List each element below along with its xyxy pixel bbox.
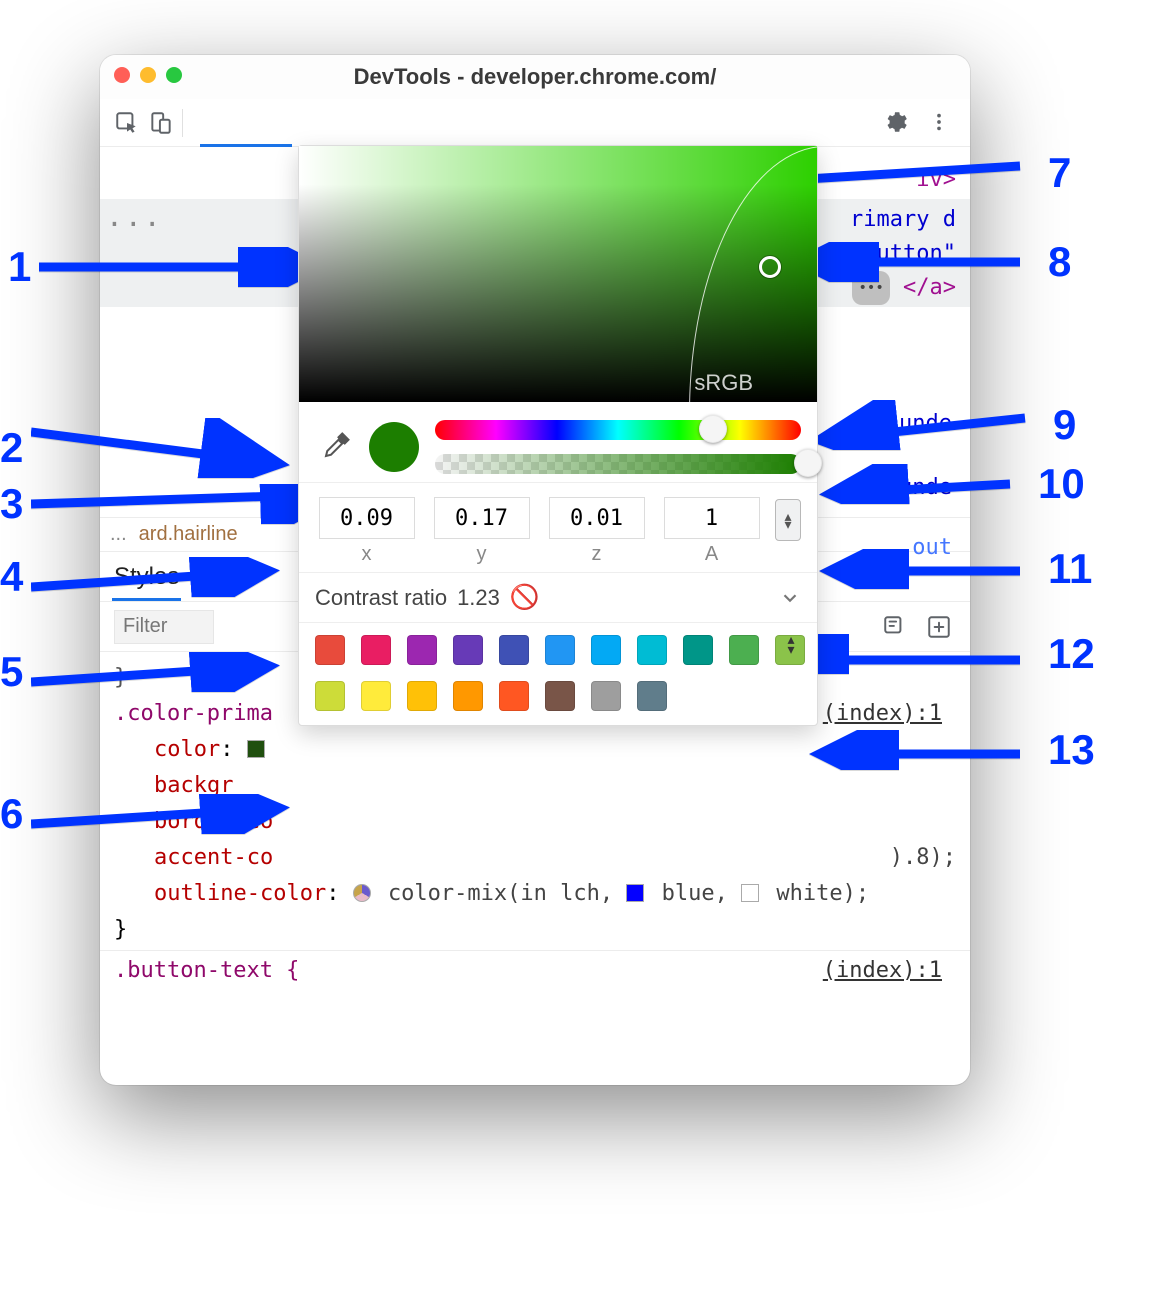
palette-swatch[interactable] [637, 681, 667, 711]
value-a-input[interactable] [664, 497, 760, 539]
css-property: color [154, 737, 220, 762]
separator [182, 109, 183, 137]
chevron-down-icon [779, 587, 801, 609]
value-y-label: y [430, 543, 533, 566]
contrast-label: Contrast ratio [315, 585, 447, 611]
more-vertical-icon[interactable] [922, 105, 956, 139]
ellipsis: ... [106, 203, 163, 231]
value-a-label: A [660, 543, 763, 566]
devtools-toolbar [100, 99, 970, 147]
device-toolbar-icon[interactable] [144, 106, 178, 140]
color-picker-popover: sRGB x y [298, 145, 818, 726]
css-property: outline-color [154, 881, 326, 906]
palette-swatch[interactable] [545, 681, 575, 711]
palette-swatch[interactable] [315, 635, 345, 665]
css-value: white); [776, 881, 869, 906]
palette-swatch[interactable] [407, 635, 437, 665]
value-x-label: x [315, 543, 418, 566]
palette-swatch[interactable] [315, 681, 345, 711]
srgb-label: sRGB [694, 370, 753, 396]
titlebar: DevTools - developer.chrome.com/ [100, 55, 970, 99]
alpha-slider[interactable] [435, 454, 801, 474]
inspect-icon[interactable] [110, 106, 144, 140]
palette-swatch[interactable] [729, 635, 759, 665]
css-value: blue, [662, 881, 741, 906]
gear-icon[interactable] [878, 105, 912, 139]
palette-swatch[interactable] [591, 681, 621, 711]
color-swatch[interactable] [741, 884, 759, 902]
source-link[interactable]: (index):1 [823, 953, 942, 989]
palette-swatch[interactable] [361, 681, 391, 711]
palette-swatch[interactable] [499, 681, 529, 711]
close-icon[interactable] [114, 67, 130, 83]
selected-color-swatch [369, 422, 419, 472]
format-switch[interactable]: ▴ ▾ [775, 499, 801, 541]
callout-13: 13 [800, 726, 1095, 774]
css-selector[interactable]: .button-text { [114, 958, 299, 983]
callout-11: 11 [810, 545, 1092, 593]
window-title: DevTools - developer.chrome.com/ [354, 64, 717, 90]
css-value: ).8); [890, 840, 956, 876]
callout-8: 8 [780, 238, 1071, 286]
color-swatch[interactable] [353, 884, 371, 902]
palette-row: ▴ ▾ [299, 622, 817, 725]
maximize-icon[interactable] [166, 67, 182, 83]
value-z-input[interactable] [549, 497, 645, 539]
hue-thumb[interactable] [699, 415, 727, 443]
palette-swatch[interactable] [453, 635, 483, 665]
spectrum-canvas[interactable]: sRGB [299, 146, 817, 402]
value-y-input[interactable] [434, 497, 530, 539]
callout-5: 5 [0, 648, 291, 696]
palette-swatch[interactable] [683, 635, 713, 665]
callout-2: 2 [0, 418, 301, 478]
contrast-fail-icon: 🚫 [510, 583, 540, 612]
css-value: color-mix(in lch, [388, 881, 626, 906]
palette-swatch[interactable] [545, 635, 575, 665]
palette-swatch[interactable] [637, 635, 667, 665]
contrast-value: 1.23 [457, 585, 500, 611]
traffic-lights [114, 67, 182, 83]
callout-9: 9 [800, 400, 1076, 450]
callout-4: 4 [0, 553, 291, 601]
palette-swatch[interactable] [499, 635, 529, 665]
value-z-label: z [545, 543, 648, 566]
hue-slider[interactable] [435, 420, 801, 440]
alpha-thumb[interactable] [794, 449, 822, 477]
palette-switch[interactable]: ▴ ▾ [781, 635, 801, 655]
chevron-down-icon: ▾ [781, 645, 801, 655]
placeholder-text: Filter [123, 615, 167, 638]
contrast-row[interactable]: Contrast ratio 1.23 🚫 [299, 572, 817, 622]
gamut-boundary [689, 146, 817, 402]
css-selector[interactable]: .color-prima [114, 701, 273, 726]
palette-swatch[interactable] [361, 635, 391, 665]
callout-6: 6 [0, 790, 301, 838]
color-swatch[interactable] [247, 740, 265, 758]
filter-input[interactable]: Filter [114, 610, 214, 644]
spectrum-handle[interactable] [759, 256, 781, 278]
color-swatch[interactable] [626, 884, 644, 902]
callout-1: 1 [8, 243, 339, 291]
attr-text: rimary d [850, 207, 956, 232]
palette-swatch[interactable] [407, 681, 437, 711]
css-property: accent-co [154, 845, 273, 870]
chevron-down-icon: ▾ [776, 520, 800, 528]
palette-swatch[interactable] [591, 635, 621, 665]
value-x-input[interactable] [319, 497, 415, 539]
callout-10: 10 [810, 460, 1085, 508]
palette-swatch[interactable] [453, 681, 483, 711]
minimize-icon[interactable] [140, 67, 156, 83]
eyedropper-icon[interactable] [321, 431, 353, 463]
